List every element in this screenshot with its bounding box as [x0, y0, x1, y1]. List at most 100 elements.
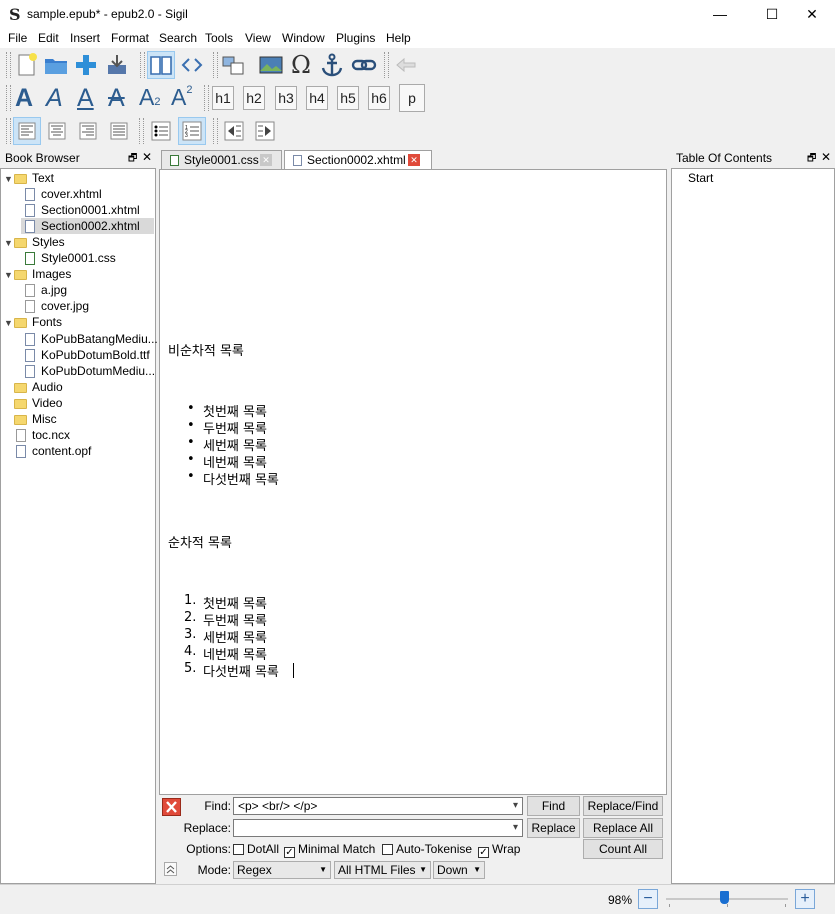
tree-file-font-dotum-bold[interactable]: KoPubDotumBold.ttf: [25, 347, 150, 363]
tree-file-cover-xhtml[interactable]: cover.xhtml: [25, 186, 102, 202]
tree-file-section0002-selected[interactable]: Section0002.xhtml: [21, 218, 154, 234]
strikethrough-icon[interactable]: A: [108, 84, 125, 113]
insert-anchor-icon[interactable]: [319, 52, 345, 78]
subscript-icon[interactable]: A2: [139, 84, 160, 111]
menu-plugins[interactable]: Plugins: [336, 31, 375, 45]
underline-icon[interactable]: A: [77, 84, 94, 113]
tree-file-cover-jpg[interactable]: cover.jpg: [25, 298, 89, 314]
open-folder-icon[interactable]: [43, 52, 69, 78]
find-button[interactable]: Find: [527, 796, 580, 816]
menu-edit[interactable]: Edit: [38, 31, 59, 45]
minimize-button[interactable]: —: [697, 0, 743, 28]
tree-file-font-batang[interactable]: KoPubBatangMediu...: [25, 331, 158, 347]
close-panel-icon[interactable]: ✕: [821, 150, 831, 164]
toolbar-grip[interactable]: [6, 52, 11, 78]
book-view-icon[interactable]: [147, 51, 175, 79]
menu-help[interactable]: Help: [386, 31, 411, 45]
tree-folder-images[interactable]: ▼ Images: [4, 266, 71, 282]
chevron-down-icon[interactable]: ▾: [513, 798, 518, 814]
zoom-out-button[interactable]: −: [638, 889, 658, 909]
mode-select[interactable]: Regex ▼: [233, 861, 331, 879]
scope-select[interactable]: All HTML Files ▼: [334, 861, 431, 879]
menu-insert[interactable]: Insert: [70, 31, 100, 45]
chevron-down-icon[interactable]: ▼: [4, 171, 14, 187]
replace-all-button[interactable]: Replace All: [583, 818, 663, 838]
checkbox-checked[interactable]: ✓: [478, 847, 489, 858]
toolbar-grip[interactable]: [213, 52, 218, 78]
tree-file-content-opf[interactable]: content.opf: [16, 443, 91, 459]
chevron-down-icon[interactable]: ▾: [513, 820, 518, 836]
close-window-button[interactable]: ✕: [789, 0, 835, 28]
tree-folder-video[interactable]: Video: [14, 395, 62, 411]
chevron-down-icon[interactable]: ▼: [4, 235, 14, 251]
tree-folder-styles[interactable]: ▼ Styles: [4, 234, 65, 250]
tree-folder-fonts[interactable]: ▼ Fonts: [4, 314, 62, 330]
find-input[interactable]: <p> <br/> </p> ▾: [233, 797, 523, 815]
checkbox-unchecked[interactable]: [382, 844, 393, 855]
zoom-slider-thumb[interactable]: [720, 891, 729, 904]
tree-file-section0001[interactable]: Section0001.xhtml: [25, 202, 140, 218]
heading-2-button[interactable]: h2: [243, 86, 265, 110]
heading-6-button[interactable]: h6: [368, 86, 390, 110]
menu-view[interactable]: View: [245, 31, 271, 45]
float-panel-icon[interactable]: 🗗: [128, 151, 137, 168]
chevron-down-icon[interactable]: ▼: [4, 267, 14, 283]
bold-icon[interactable]: A: [15, 84, 33, 113]
zoom-slider[interactable]: [666, 891, 788, 909]
menu-file[interactable]: File: [8, 31, 27, 45]
save-icon[interactable]: [104, 52, 130, 78]
menu-format[interactable]: Format: [111, 31, 149, 45]
tab-style0001-css[interactable]: Style0001.css ✕: [161, 150, 282, 170]
add-file-icon[interactable]: [73, 52, 99, 78]
chevron-down-icon[interactable]: ▼: [4, 315, 14, 331]
menu-search[interactable]: Search: [159, 31, 197, 45]
close-tab-icon[interactable]: ✕: [260, 154, 272, 166]
new-file-icon[interactable]: [14, 52, 40, 78]
menu-tools[interactable]: Tools: [205, 31, 233, 45]
checkbox-unchecked[interactable]: [233, 844, 244, 855]
option-auto-tokenise[interactable]: Auto-Tokenise: [382, 842, 472, 856]
heading-1-button[interactable]: h1: [212, 86, 234, 110]
back-arrow-icon[interactable]: [393, 52, 419, 78]
option-minimal-match[interactable]: ✓ Minimal Match: [284, 842, 375, 858]
paragraph-button[interactable]: p: [399, 84, 425, 112]
code-view-icon[interactable]: [179, 52, 205, 78]
tree-file-toc-ncx[interactable]: toc.ncx: [16, 427, 70, 443]
italic-icon[interactable]: A: [46, 84, 63, 113]
numbered-list-icon[interactable]: 123: [178, 117, 206, 145]
toc-item-start[interactable]: Start: [688, 170, 713, 186]
increase-indent-icon[interactable]: [252, 118, 278, 144]
toolbar-grip[interactable]: [6, 85, 11, 111]
split-view-icon[interactable]: [220, 52, 246, 78]
float-panel-icon[interactable]: 🗗: [807, 151, 816, 168]
insert-special-character-icon[interactable]: Ω: [288, 51, 314, 79]
option-wrap[interactable]: ✓ Wrap: [478, 842, 520, 858]
insert-link-icon[interactable]: [351, 52, 377, 78]
direction-select[interactable]: Down ▼: [433, 861, 485, 879]
close-find-panel-icon[interactable]: [162, 798, 181, 816]
toolbar-grip[interactable]: [384, 52, 389, 78]
heading-4-button[interactable]: h4: [306, 86, 328, 110]
tree-file-a-jpg[interactable]: a.jpg: [25, 282, 67, 298]
toolbar-grip[interactable]: [6, 118, 11, 144]
heading-5-button[interactable]: h5: [337, 86, 359, 110]
tree-folder-misc[interactable]: Misc: [14, 411, 57, 427]
tree-folder-text[interactable]: ▼ Text: [4, 170, 54, 186]
book-view-editor[interactable]: 비순차적 목록 • 첫번째 목록 • 두번째 목록 • 세번째 목록 • 네번째…: [159, 169, 667, 795]
tab-section0002-xhtml[interactable]: Section0002.xhtml ✕: [284, 150, 432, 171]
toolbar-grip[interactable]: [204, 85, 209, 111]
decrease-indent-icon[interactable]: [221, 118, 247, 144]
zoom-in-button[interactable]: +: [795, 889, 815, 909]
tree-folder-audio[interactable]: Audio: [14, 379, 63, 395]
replace-button[interactable]: Replace: [527, 818, 580, 838]
align-justify-icon[interactable]: [106, 118, 132, 144]
checkbox-checked[interactable]: ✓: [284, 847, 295, 858]
align-left-icon[interactable]: [13, 117, 41, 145]
align-center-icon[interactable]: [44, 118, 70, 144]
tree-file-font-dotum-medium[interactable]: KoPubDotumMediu...: [25, 363, 155, 379]
insert-image-icon[interactable]: [258, 52, 284, 78]
toolbar-grip[interactable]: [213, 118, 218, 144]
toolbar-grip[interactable]: [139, 118, 144, 144]
collapse-panel-icon[interactable]: [164, 862, 177, 876]
close-panel-icon[interactable]: ✕: [142, 150, 152, 164]
